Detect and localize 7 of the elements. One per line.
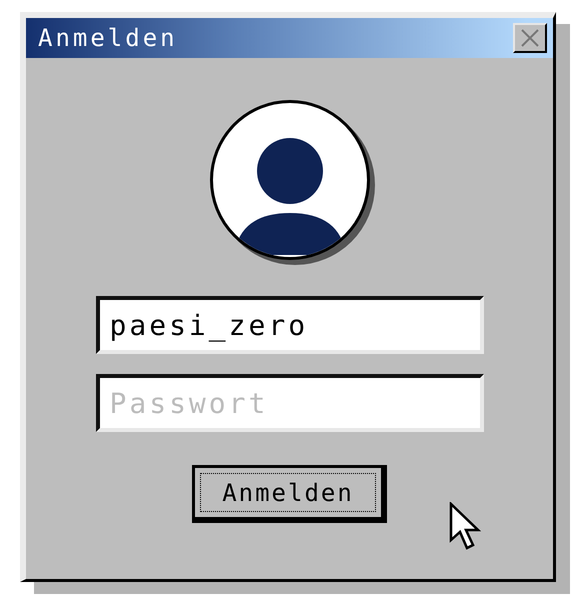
password-field[interactable]: Passwort (96, 374, 484, 432)
username-field[interactable]: paesi_zero (96, 296, 484, 354)
window-title: Anmelden (38, 23, 178, 54)
close-button[interactable] (513, 23, 547, 53)
close-icon (520, 28, 540, 48)
cursor-icon (449, 502, 481, 550)
login-button[interactable]: Anmelden (192, 465, 387, 523)
